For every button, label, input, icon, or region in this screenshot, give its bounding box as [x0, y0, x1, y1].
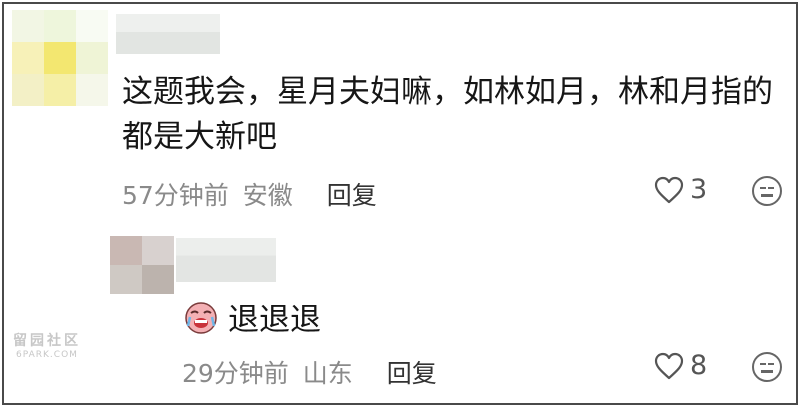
avatar[interactable] [12, 10, 108, 106]
comment-thread: 这题我会，星月夫妇嘛，如林如月，林和月指的都是大新吧 57分钟前 安徽 回复 3… [2, 2, 798, 405]
dislike-icon[interactable] [752, 352, 782, 382]
reply-content: 退退退 [184, 294, 321, 339]
avatar-pixel [12, 74, 44, 106]
avatar-pixel [76, 10, 108, 42]
reply-meta: 29分钟前 山东 回复 [182, 354, 437, 390]
reply-location: 山东 [302, 359, 353, 388]
comment-time: 57分钟前 [122, 181, 229, 210]
avatar-pixel [142, 236, 174, 265]
like-count: 3 [690, 174, 708, 205]
avatar-pixel [76, 74, 108, 106]
avatar-pixel [44, 42, 76, 74]
avatar-pixel [76, 42, 108, 74]
username-blurred[interactable] [176, 238, 276, 282]
heart-icon [654, 176, 684, 203]
crying-face-icon [185, 301, 217, 334]
dislike-icon[interactable] [752, 176, 782, 206]
like-button[interactable]: 8 [654, 350, 707, 381]
avatar-pixel [44, 10, 76, 42]
comment-meta: 57分钟前 安徽 回复 [122, 176, 377, 212]
username-blurred[interactable] [116, 14, 220, 54]
avatar[interactable] [110, 236, 174, 294]
reply-text: 退退退 [228, 302, 321, 338]
reply-button[interactable]: 回复 [327, 181, 377, 210]
avatar-pixel [110, 236, 142, 265]
reply-time: 29分钟前 [182, 359, 289, 388]
watermark: 留园社区 6PARK.COM [10, 330, 84, 360]
watermark-line1: 留园社区 [13, 333, 81, 349]
avatar-pixel [12, 42, 44, 74]
comment-location: 安徽 [242, 181, 293, 210]
avatar-pixel [142, 265, 174, 294]
like-count: 8 [690, 350, 708, 381]
avatar-pixel [110, 265, 142, 294]
heart-icon [654, 352, 684, 379]
watermark-line2: 6PARK.COM [16, 350, 78, 360]
avatar-pixel [12, 10, 44, 42]
avatar-pixel [44, 74, 76, 106]
like-button[interactable]: 3 [654, 174, 707, 205]
reply-button[interactable]: 回复 [387, 359, 437, 388]
comment-text: 这题我会，星月夫妇嘛，如林如月，林和月指的都是大新吧 [122, 74, 773, 155]
